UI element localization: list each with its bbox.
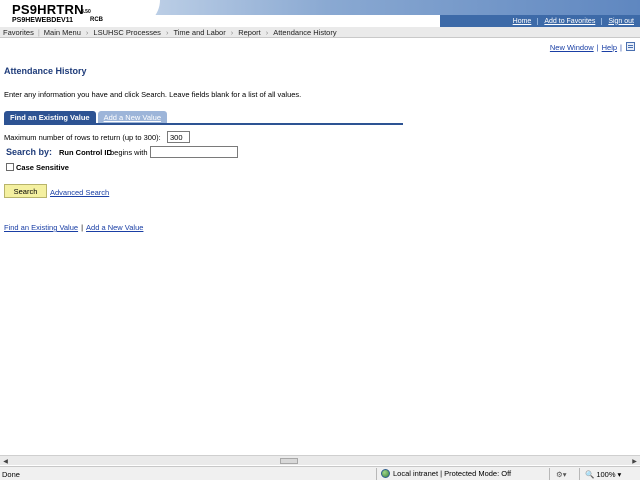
- scrollbar-thumb[interactable]: [280, 458, 298, 464]
- server-code: RCB: [90, 17, 103, 23]
- nav-time-and-labor[interactable]: Time and Labor: [170, 28, 228, 37]
- case-sensitive-checkbox[interactable]: [6, 163, 14, 171]
- app-version: 8.50: [81, 9, 91, 15]
- zone-text: Local intranet | Protected Mode: Off: [393, 469, 512, 478]
- nav-favorites[interactable]: Favorites: [0, 28, 37, 37]
- find-existing-value-link[interactable]: Find an Existing Value: [4, 223, 78, 232]
- page-title: Attendance History: [4, 66, 87, 76]
- link-divider: |: [81, 223, 84, 232]
- chevron-down-icon: ▾: [617, 470, 622, 479]
- sign-out-link[interactable]: Sign out: [601, 17, 640, 25]
- add-new-value-link[interactable]: Add a New Value: [86, 223, 143, 232]
- scroll-right-icon[interactable]: ▶: [630, 457, 639, 465]
- add-to-favorites-link[interactable]: Add to Favorites: [537, 17, 601, 25]
- tools-icon[interactable]: ⚙▾: [556, 470, 567, 479]
- link-divider: |: [596, 43, 599, 52]
- run-control-id-input[interactable]: [150, 146, 238, 158]
- nav-lsuhsc-processes[interactable]: LSUHSC Processes: [90, 28, 164, 37]
- zoom-level: 100%: [596, 470, 616, 479]
- security-zone[interactable]: Local intranet | Protected Mode: Off: [381, 469, 511, 478]
- max-rows-input[interactable]: 300: [167, 131, 190, 143]
- zoom-control[interactable]: 🔍 100% ▾: [585, 470, 621, 479]
- case-sensitive-label: Case Sensitive: [16, 163, 69, 172]
- zoom-icon: 🔍: [585, 470, 595, 479]
- top-links: New Window | Help |: [550, 43, 622, 52]
- help-link[interactable]: Help: [602, 43, 617, 52]
- status-divider: [376, 468, 377, 480]
- status-bar: Done Local intranet | Protected Mode: Of…: [0, 466, 640, 480]
- customize-page-icon[interactable]: [626, 42, 635, 51]
- instructions: Enter any information you have and click…: [4, 90, 302, 99]
- home-link[interactable]: Home: [507, 18, 538, 25]
- bottom-links: Find an Existing Value | Add a New Value: [4, 223, 143, 232]
- status-divider: [579, 468, 580, 480]
- scroll-left-icon[interactable]: ◀: [1, 457, 10, 465]
- link-divider: |: [620, 43, 622, 52]
- app-title: PS9HRTRN: [12, 2, 84, 17]
- run-control-id-label: Run Control ID: [59, 148, 112, 157]
- header-links: Home Add to Favorites Sign out: [440, 15, 640, 27]
- nav-attendance-history[interactable]: Attendance History: [270, 28, 339, 37]
- new-window-link[interactable]: New Window: [550, 43, 594, 52]
- header-curve: [100, 0, 160, 27]
- nav-report[interactable]: Report: [235, 28, 264, 37]
- status-divider: [549, 468, 550, 480]
- server-name: PS9HEWEBDEV11: [12, 17, 74, 24]
- search-by-label: Search by:: [6, 147, 53, 157]
- status-text: Done: [2, 470, 20, 479]
- horizontal-scrollbar[interactable]: ◀ ▶: [0, 455, 640, 465]
- search-button[interactable]: Search: [4, 184, 47, 198]
- max-rows-label: Maximum number of rows to return (up to …: [4, 133, 161, 142]
- tab-underline: [4, 123, 403, 125]
- header-band: [118, 0, 640, 15]
- operator-label: begins with: [110, 148, 148, 157]
- nav-main-menu[interactable]: Main Menu: [41, 28, 84, 37]
- globe-icon: [381, 469, 390, 478]
- advanced-search-link[interactable]: Advanced Search: [50, 188, 109, 197]
- header: PS9HRTRN 8.50 PS9HEWEBDEV11 RCB Home Add…: [0, 0, 640, 27]
- breadcrumb: Favorites | Main Menu › LSUHSC Processes…: [0, 27, 640, 38]
